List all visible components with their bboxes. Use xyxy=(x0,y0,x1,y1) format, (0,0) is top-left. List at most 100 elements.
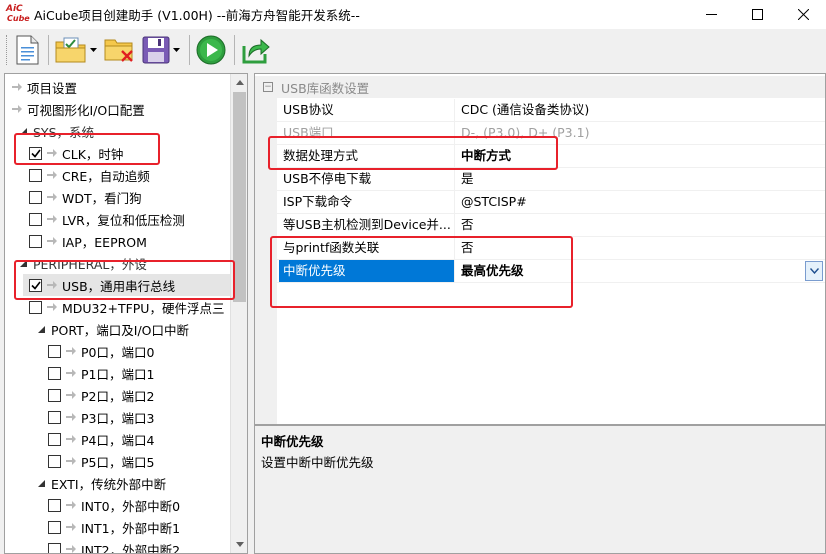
tree-item-label: P2口，端口2 xyxy=(81,388,155,404)
checkbox-unchecked[interactable] xyxy=(48,366,61,380)
checkbox-unchecked[interactable] xyxy=(48,410,61,424)
property-grid[interactable]: − USB库函数设置 USB协议 CDC (通信设备类协议) USB端口 D-,… xyxy=(254,73,826,425)
close-folder-icon xyxy=(104,39,133,62)
expanded-triangle-icon[interactable] xyxy=(17,125,29,137)
arrow-right-icon xyxy=(65,455,77,467)
tree-item-label: USB，通用串行总线 xyxy=(62,278,176,294)
checkbox-checked[interactable] xyxy=(29,278,42,292)
app-logo-line1: AiC xyxy=(6,3,23,14)
checkbox-unchecked[interactable] xyxy=(29,190,42,204)
tree-item-lvr[interactable]: LVR，复位和低压检测 xyxy=(29,208,185,230)
tree-group-sys[interactable]: SYS，系统 xyxy=(17,120,94,142)
tree-item-label: P5口，端口5 xyxy=(81,454,155,470)
toolbar-separator xyxy=(189,35,190,65)
property-value[interactable]: CDC (通信设备类协议) xyxy=(456,99,825,121)
arrow-right-icon xyxy=(11,103,23,115)
property-category[interactable]: − USB库函数设置 xyxy=(255,76,825,98)
tree-item-usb[interactable]: USB，通用串行总线 xyxy=(23,274,230,296)
tree-item-wdt[interactable]: WDT，看门狗 xyxy=(29,186,142,208)
property-value[interactable]: 中断方式 xyxy=(456,145,825,167)
property-value[interactable]: 最高优先级 xyxy=(456,260,825,282)
property-row-usb-protocol[interactable]: USB协议 CDC (通信设备类协议) xyxy=(255,99,825,122)
save-project-button[interactable] xyxy=(142,34,181,66)
scroll-up-button[interactable] xyxy=(231,74,247,91)
tree-group-label: PERIPHERAL，外设 xyxy=(33,256,147,272)
arrow-right-icon xyxy=(65,367,77,379)
tree-group-port[interactable]: PORT，端口及I/O口中断 xyxy=(35,318,189,340)
property-value[interactable]: 否 xyxy=(456,214,825,236)
tree-item-label: 可视图形化I/O口配置 xyxy=(27,102,145,118)
tree-item-p0[interactable]: P0口，端口0 xyxy=(48,340,154,362)
tree-item-p3[interactable]: P3口，端口3 xyxy=(48,406,154,428)
property-value[interactable]: 是 xyxy=(456,168,825,190)
checkbox-unchecked[interactable] xyxy=(48,388,61,402)
tree-group-exti[interactable]: EXTI，传统外部中断 xyxy=(35,472,166,494)
tree-item-int0[interactable]: INT0，外部中断0 xyxy=(48,494,180,516)
tree-item-label: P4口，端口4 xyxy=(81,432,155,448)
tree-group-peripheral[interactable]: PERIPHERAL，外设 xyxy=(17,252,147,274)
property-row-interrupt-priority[interactable]: 中断优先级 最高优先级 xyxy=(255,260,825,283)
tree-item-p4[interactable]: P4口，端口4 xyxy=(48,428,154,450)
checkbox-unchecked[interactable] xyxy=(48,498,61,512)
checkbox-unchecked[interactable] xyxy=(29,234,42,248)
arrow-right-icon xyxy=(46,147,58,159)
checkbox-unchecked[interactable] xyxy=(29,300,42,314)
run-button[interactable] xyxy=(196,34,226,66)
checkbox-unchecked[interactable] xyxy=(29,168,42,182)
close-project-button[interactable] xyxy=(104,34,136,66)
scroll-down-button[interactable] xyxy=(231,536,247,553)
tree-item-clk[interactable]: CLK，时钟 xyxy=(29,142,123,164)
property-value: D-, (P3.0), D+ (P3.1) xyxy=(461,125,590,140)
property-value[interactable]: @STCISP# xyxy=(456,191,825,213)
save-project-dropdown[interactable] xyxy=(172,34,181,66)
property-name: USB不停电下载 xyxy=(279,168,455,190)
tree-item-io-config[interactable]: 可视图形化I/O口配置 xyxy=(11,98,145,120)
property-value[interactable]: 否 xyxy=(456,237,825,259)
tree-item-project-settings[interactable]: 项目设置 xyxy=(11,76,77,98)
checkbox-unchecked[interactable] xyxy=(48,542,61,553)
checkbox-unchecked[interactable] xyxy=(48,454,61,468)
property-row-printf-link[interactable]: 与printf函数关联 否 xyxy=(255,237,825,260)
maximize-button[interactable] xyxy=(734,0,780,29)
expanded-triangle-icon[interactable] xyxy=(17,257,29,269)
new-project-button[interactable] xyxy=(14,34,40,66)
collapse-icon[interactable]: − xyxy=(263,82,273,92)
priority-dropdown-button[interactable] xyxy=(805,261,823,281)
open-project-dropdown[interactable] xyxy=(89,34,98,66)
tree-item-label: P3口，端口3 xyxy=(81,410,155,426)
property-row-data-processing[interactable]: 数据处理方式 中断方式 xyxy=(255,145,825,168)
property-row-usb-no-power-download[interactable]: USB不停电下载 是 xyxy=(255,168,825,191)
tree-scrollbar[interactable] xyxy=(230,74,247,553)
open-project-button[interactable] xyxy=(55,34,98,66)
checkbox-unchecked[interactable] xyxy=(48,432,61,446)
close-button[interactable] xyxy=(780,0,826,29)
tree-item-iap[interactable]: IAP，EEPROM xyxy=(29,230,147,252)
property-row-wait-host-detect[interactable]: 等USB主机检测到Device并... 否 xyxy=(255,214,825,237)
tree-item-cre[interactable]: CRE，自动追频 xyxy=(29,164,150,186)
checkbox-checked[interactable] xyxy=(29,146,42,160)
arrow-right-icon xyxy=(46,235,58,247)
scroll-down-arrow-icon xyxy=(235,542,244,547)
tree-item-mdu32[interactable]: MDU32+TFPU，硬件浮点三 xyxy=(29,296,230,318)
checkbox-unchecked[interactable] xyxy=(29,212,42,226)
scroll-thumb[interactable] xyxy=(233,92,246,302)
tree-item-int2[interactable]: INT2，外部中断2 xyxy=(48,538,180,553)
tree-item-int1[interactable]: INT1，外部中断1 xyxy=(48,516,180,538)
property-name: 中断优先级 xyxy=(279,260,455,282)
tree-item-p1[interactable]: P1口，端口1 xyxy=(48,362,154,384)
component-tree[interactable]: 项目设置 可视图形化I/O口配置 SYS，系统 CLK，时钟 CRE，自动追频 … xyxy=(4,73,248,554)
description-title: 中断优先级 xyxy=(261,434,324,449)
tree-item-p2[interactable]: P2口，端口2 xyxy=(48,384,154,406)
export-button[interactable] xyxy=(241,34,271,66)
expanded-triangle-icon[interactable] xyxy=(35,323,47,335)
checkbox-unchecked[interactable] xyxy=(48,344,61,358)
expanded-triangle-icon[interactable] xyxy=(35,477,47,489)
chevron-down-icon xyxy=(90,48,97,52)
tree-item-p5[interactable]: P5口，端口5 xyxy=(48,450,154,472)
checkbox-unchecked[interactable] xyxy=(48,520,61,534)
property-row-usb-port[interactable]: USB端口 D-, (P3.0), D+ (P3.1) xyxy=(255,122,825,145)
minimize-button[interactable] xyxy=(688,0,734,29)
arrow-right-icon xyxy=(46,279,58,291)
close-icon xyxy=(797,9,809,20)
property-row-isp-command[interactable]: ISP下载命令 @STCISP# xyxy=(255,191,825,214)
